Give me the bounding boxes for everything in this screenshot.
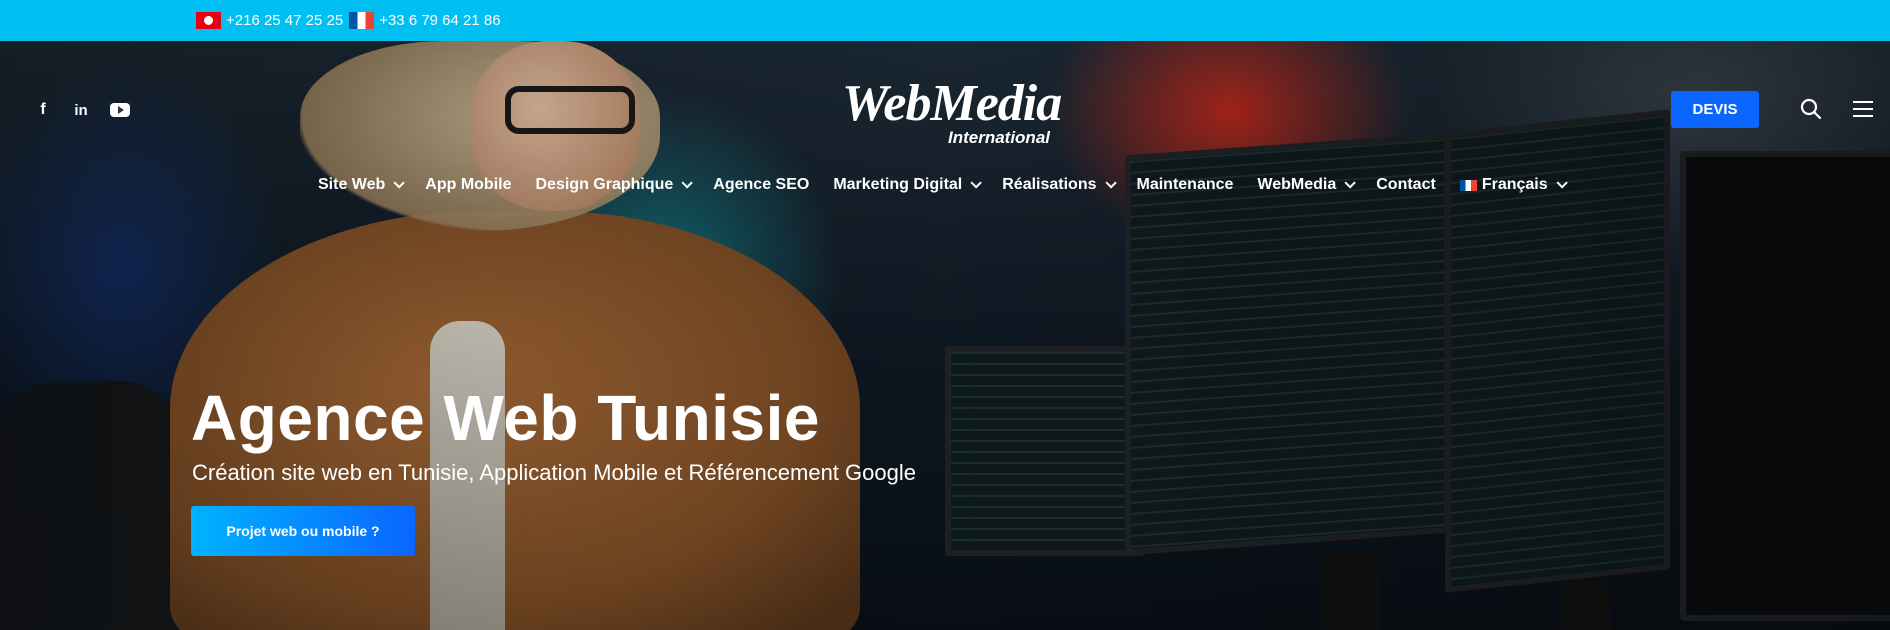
main-nav: Site Web App Mobile Design Graphique Age… (318, 176, 1588, 194)
france-flag-icon (349, 12, 375, 29)
nav-label: Marketing Digital (833, 176, 963, 193)
tunisia-flag-icon (196, 12, 221, 29)
nav-item-realisations[interactable]: Réalisations (1002, 176, 1117, 194)
nav-item-contact[interactable]: Contact (1376, 176, 1436, 194)
chevron-down-icon (1344, 177, 1357, 189)
youtube-icon[interactable] (110, 103, 130, 117)
hero-title: Agence Web Tunisie (191, 382, 820, 454)
nav-label: Contact (1376, 176, 1436, 193)
nav-item-webmedia[interactable]: WebMedia (1257, 176, 1357, 194)
nav-label: Site Web (318, 176, 386, 193)
nav-item-agence-seo[interactable]: Agence SEO (713, 176, 809, 194)
devis-button[interactable]: DEVIS (1671, 91, 1759, 128)
logo-wordmark: WebMedia (842, 75, 1062, 132)
nav-item-marketing-digital[interactable]: Marketing Digital (833, 176, 983, 194)
site-logo[interactable]: WebMedia International (842, 78, 1064, 150)
chevron-down-icon (1104, 177, 1117, 189)
linkedin-icon[interactable]: in (72, 101, 90, 119)
nav-label: Agence SEO (713, 176, 810, 193)
language-switcher[interactable]: Français (1459, 176, 1568, 194)
hero-subtitle: Création site web en Tunisie, Applicatio… (192, 460, 916, 485)
chevron-down-icon (393, 177, 406, 189)
phone-tunisia[interactable]: +216 25 47 25 25 (226, 12, 343, 29)
nav-label: App Mobile (425, 176, 512, 193)
nav-item-maintenance[interactable]: Maintenance (1137, 176, 1234, 194)
chevron-down-icon (1556, 177, 1568, 189)
language-label: Français (1481, 176, 1548, 193)
phone-france[interactable]: +33 6 79 64 21 86 (379, 12, 500, 29)
france-flag-icon (1459, 179, 1477, 191)
nav-label: Design Graphique (535, 176, 674, 193)
nav-label: Réalisations (1002, 176, 1097, 193)
nav-label: WebMedia (1257, 176, 1337, 193)
nav-item-design-graphique[interactable]: Design Graphique (535, 176, 694, 194)
facebook-icon[interactable]: f (34, 101, 52, 119)
project-cta-button[interactable]: Projet web ou mobile ? (191, 506, 415, 556)
logo-subtitle: International (947, 128, 1050, 147)
chevron-down-icon (681, 177, 694, 189)
nav-item-site-web[interactable]: Site Web (318, 176, 406, 194)
hamburger-menu-icon[interactable] (1852, 100, 1874, 118)
search-icon[interactable] (1800, 98, 1822, 120)
nav-label: Maintenance (1136, 176, 1234, 193)
top-contact-bar: +216 25 47 25 25 +33 6 79 64 21 86 (0, 0, 1890, 41)
chevron-down-icon (970, 177, 983, 189)
social-links: f in (34, 101, 130, 119)
nav-item-app-mobile[interactable]: App Mobile (425, 176, 511, 194)
